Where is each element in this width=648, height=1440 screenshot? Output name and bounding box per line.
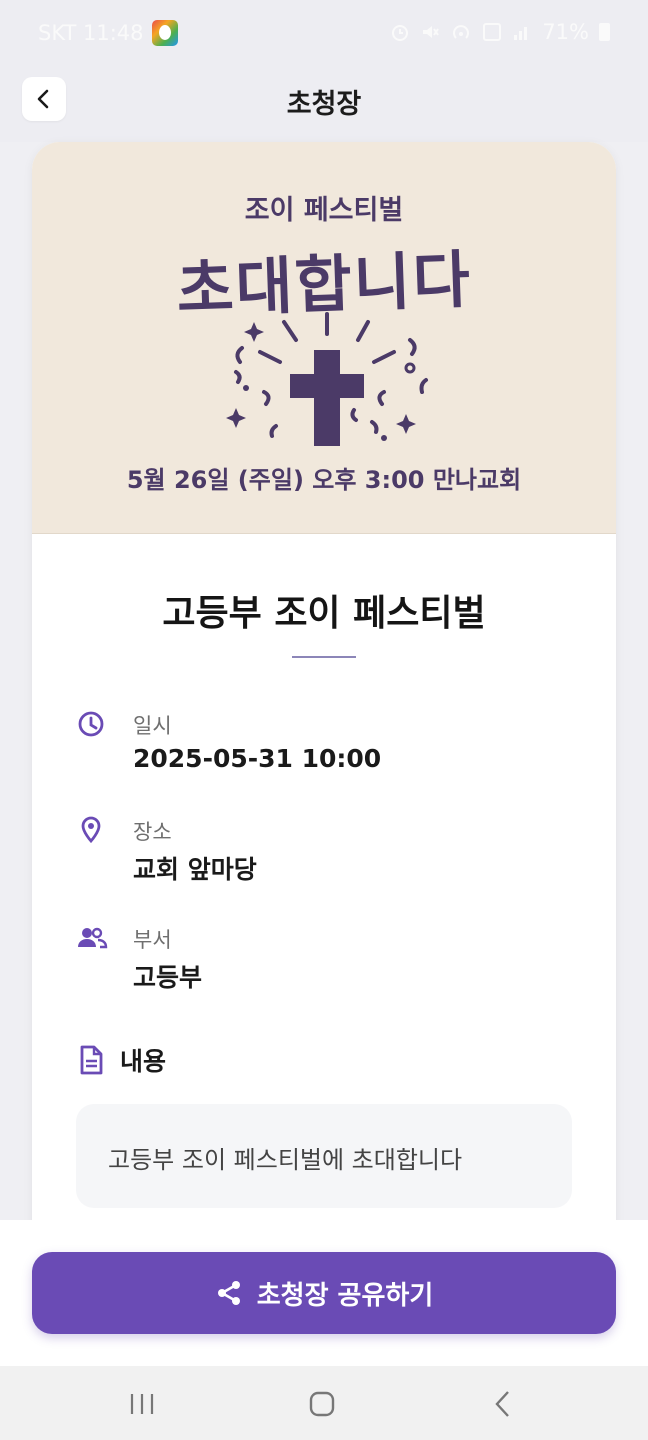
- page-title: 초청장: [286, 89, 362, 120]
- location-pin-icon: [81, 816, 101, 844]
- alarm-icon: [392, 25, 409, 41]
- content-label: 내용: [120, 1047, 167, 1076]
- content-text: 고등부 조이 페스티벌에 초대합니다: [108, 1146, 463, 1174]
- info-label: 장소: [133, 820, 172, 844]
- bottom-action-area: 초청장 공유하기: [0, 1220, 648, 1366]
- data-icon: [483, 23, 502, 41]
- status-left: SKT 11:48: [38, 20, 178, 46]
- clock-icon: [78, 711, 104, 737]
- invitation-card: 조이 페스티벌 초대합니다 5월 26일 (주일) 오후 3:00 만나교회 고…: [32, 142, 616, 1242]
- system-nav-bar: [0, 1366, 648, 1440]
- info-value: 2025-05-31 10:00: [133, 744, 382, 773]
- info-value: 교회 앞마당: [133, 855, 257, 884]
- invitation-banner: 조이 페스티벌 초대합니다 5월 26일 (주일) 오후 3:00 만나교회: [32, 142, 616, 534]
- battery-icon: [599, 23, 610, 41]
- info-label: 부서: [133, 928, 172, 952]
- recent-apps-icon[interactable]: [126, 1388, 158, 1420]
- document-icon: [80, 1045, 103, 1075]
- status-bar: SKT 11:48 71%: [0, 0, 648, 64]
- info-label: 일시: [133, 714, 172, 738]
- share-button-label: 초청장 공유하기: [256, 1280, 434, 1311]
- cross-icon: [226, 312, 428, 446]
- mute-icon: [423, 26, 440, 38]
- banner-subtitle: 조이 페스티벌: [244, 195, 404, 226]
- banner-date-line: 5월 26일 (주일) 오후 3:00 만나교회: [126, 466, 522, 494]
- info-value: 고등부: [133, 963, 203, 992]
- share-invitation-button[interactable]: 초청장 공유하기: [32, 1252, 616, 1334]
- people-icon: [78, 927, 108, 949]
- home-icon[interactable]: [306, 1388, 338, 1420]
- share-icon: [217, 1281, 240, 1305]
- event-title: 고등부 조이 페스티벌: [162, 593, 486, 634]
- hotspot-icon: [453, 25, 470, 39]
- content-header: 내용: [76, 1042, 166, 1078]
- content-box: 고등부 조이 페스티벌에 초대합니다: [76, 1104, 572, 1208]
- back-icon[interactable]: [488, 1388, 520, 1420]
- title-divider: [292, 656, 356, 658]
- battery-text: 71%: [542, 20, 589, 44]
- status-right: 71%: [390, 20, 610, 44]
- maps-notification-icon: [151, 20, 178, 46]
- signal-icon: [514, 27, 528, 40]
- app-bar: 초청장: [0, 64, 648, 142]
- carrier-time: SKT 11:48: [38, 21, 144, 45]
